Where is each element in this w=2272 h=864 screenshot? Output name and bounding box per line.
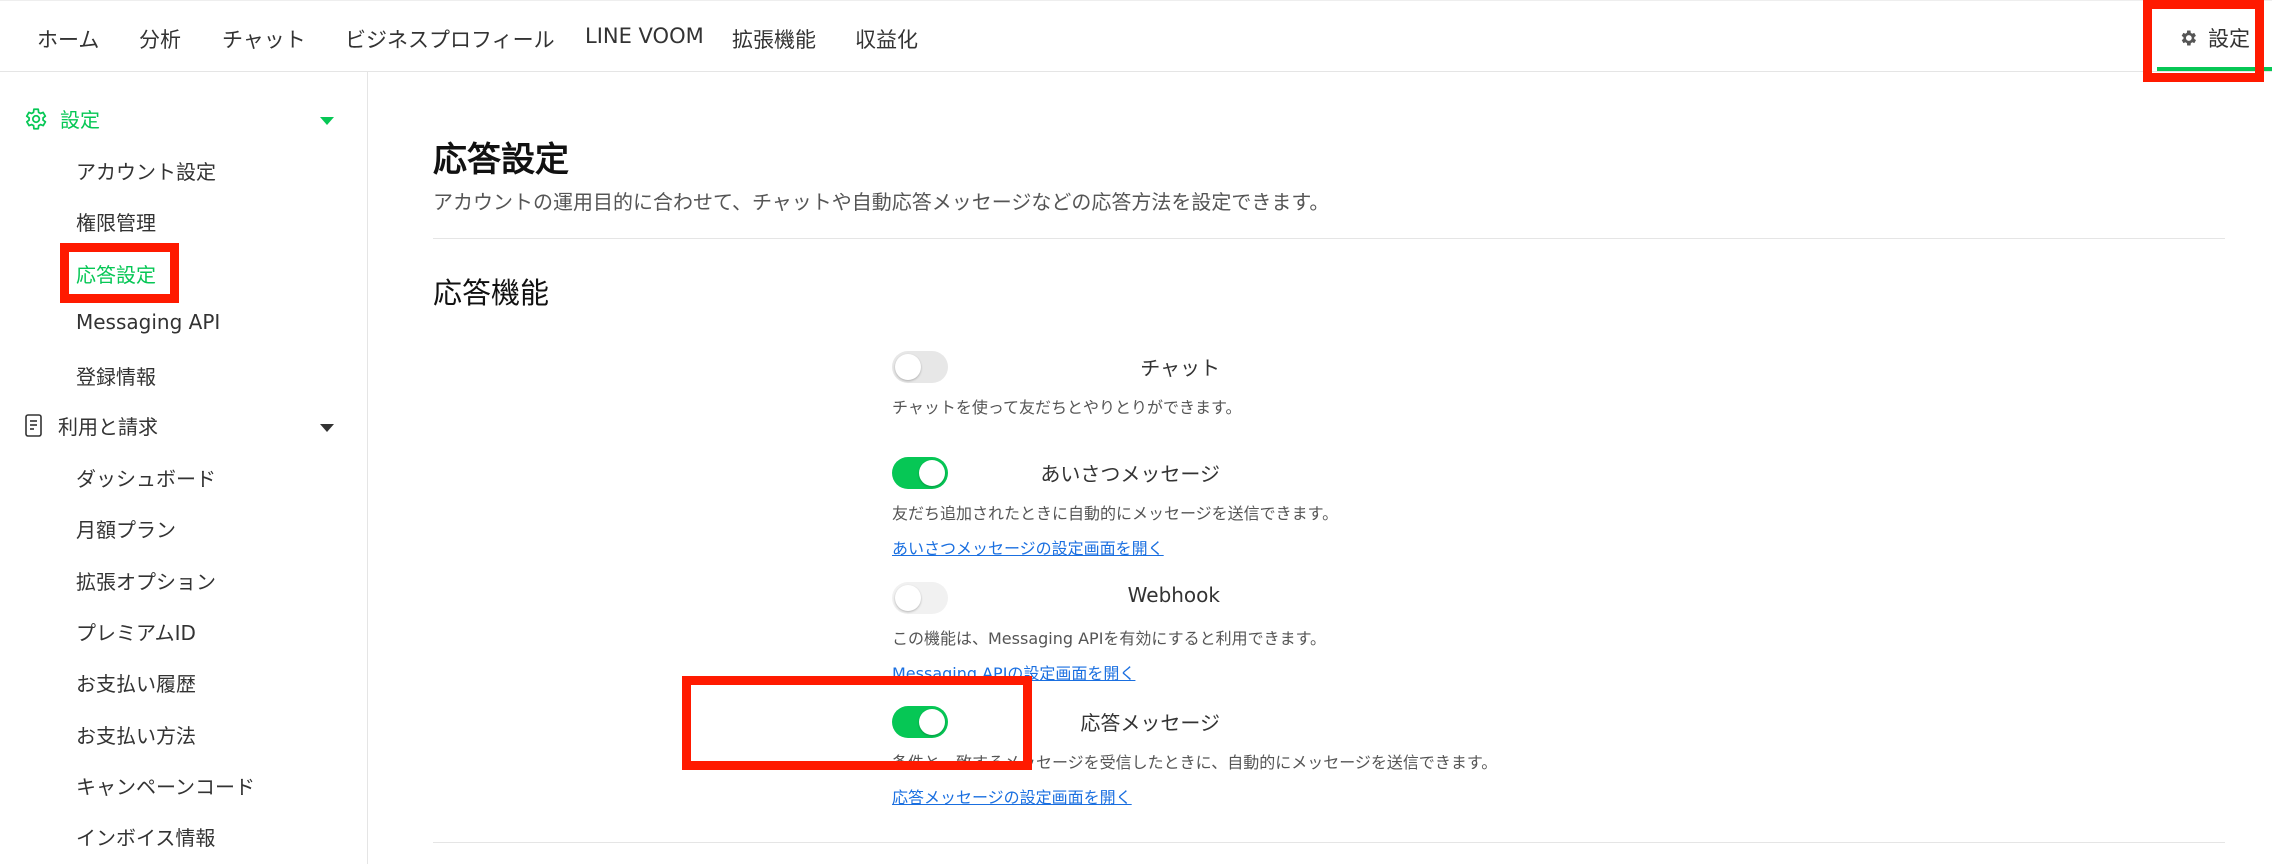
sidebar-item-registration-info[interactable]: 登録情報 [76, 361, 156, 390]
sidebar-item-monthly-plan[interactable]: 月額プラン [76, 514, 176, 543]
nav-chat[interactable]: チャット [222, 24, 306, 54]
toggle-webhook[interactable] [892, 582, 948, 614]
sidebar-item-response-settings[interactable]: 応答設定 [76, 259, 156, 288]
sidebar-section-settings[interactable]: 設定 [22, 104, 100, 133]
setting-desc-webhook: この機能は、Messaging APIを有効にすると利用できます。 [892, 629, 1326, 648]
setting-label-auto-response: 応答メッセージ [1080, 711, 1220, 735]
sidebar-item-payment-history[interactable]: お支払い履歴 [76, 668, 196, 697]
sidebar-item-dashboard[interactable]: ダッシュボード [76, 463, 216, 492]
link-greeting-settings[interactable]: あいさつメッセージの設定画面を開く [892, 535, 1164, 559]
chevron-down-icon[interactable] [320, 117, 334, 125]
link-auto-response-settings[interactable]: 応答メッセージの設定画面を開く [892, 784, 1132, 808]
divider [433, 842, 2225, 843]
section-title: 応答機能 [433, 276, 550, 310]
setting-label-chat: チャット [1140, 356, 1220, 380]
sidebar-item-permissions[interactable]: 権限管理 [76, 207, 156, 236]
toggle-greeting-message[interactable] [892, 457, 948, 489]
main-content: 応答設定 アカウントの運用目的に合わせて、チャットや自動応答メッセージなどの応答… [369, 72, 2272, 864]
gear-outline-icon [25, 107, 47, 130]
setting-label-webhook: Webhook [1127, 583, 1220, 607]
sidebar-item-messaging-api[interactable]: Messaging API [76, 310, 220, 334]
nav-line-voom[interactable]: LINE VOOM [585, 24, 704, 48]
toggle-auto-response[interactable] [892, 706, 948, 738]
sidebar-item-extension-options[interactable]: 拡張オプション [76, 566, 216, 595]
sidebar-item-campaign-code[interactable]: キャンペーンコード [76, 771, 255, 800]
toggle-knob [895, 354, 921, 380]
page-subtitle: アカウントの運用目的に合わせて、チャットや自動応答メッセージなどの応答方法を設定… [433, 190, 1330, 214]
setting-desc-greeting: 友だち追加されたときに自動的にメッセージを送信できます。 [892, 504, 1339, 523]
sidebar: 設定 アカウント設定 権限管理 応答設定 Messaging API 登録情報 … [0, 72, 368, 864]
link-messaging-api-settings[interactable]: Messaging APIの設定画面を開く [892, 660, 1135, 684]
sidebar-section-billing[interactable]: 利用と請求 [22, 411, 158, 440]
sidebar-item-premium-id[interactable]: プレミアムID [76, 617, 196, 646]
sidebar-item-payment-method[interactable]: お支払い方法 [76, 720, 196, 749]
setting-desc-chat: チャットを使って友だちとやりとりができます。 [892, 398, 1242, 417]
sidebar-item-account-settings[interactable]: アカウント設定 [76, 156, 216, 185]
toggle-knob [895, 585, 921, 611]
gear-icon [2181, 30, 2196, 46]
toggle-chat[interactable] [892, 351, 948, 383]
nav-home[interactable]: ホーム [37, 24, 99, 54]
sidebar-section-billing-label: 利用と請求 [58, 415, 158, 439]
active-tab-indicator [2157, 67, 2272, 71]
document-icon [25, 413, 42, 437]
nav-analytics[interactable]: 分析 [139, 24, 181, 54]
sidebar-section-settings-label: 設定 [60, 108, 100, 132]
sidebar-item-invoice-info[interactable]: インボイス情報 [76, 822, 215, 851]
chevron-down-icon[interactable] [320, 424, 334, 432]
divider [433, 238, 2225, 239]
toggle-knob [919, 460, 945, 486]
top-navigation: ホーム 分析 チャット ビジネスプロフィール LINE VOOM 拡張機能 収益… [0, 0, 2272, 72]
nav-business-profile[interactable]: ビジネスプロフィール [345, 24, 555, 54]
setting-label-greeting: あいさつメッセージ [1040, 462, 1220, 486]
nav-extensions[interactable]: 拡張機能 [732, 24, 816, 54]
toggle-knob [919, 709, 945, 735]
setting-desc-auto-response: 条件と一致するメッセージを受信したときに、自動的にメッセージを送信できます。 [892, 753, 1498, 772]
nav-settings-label: 設定 [2208, 27, 2250, 51]
nav-settings-tab[interactable]: 設定 [2178, 23, 2250, 53]
nav-monetization[interactable]: 収益化 [855, 24, 918, 54]
page-title: 応答設定 [433, 140, 569, 180]
